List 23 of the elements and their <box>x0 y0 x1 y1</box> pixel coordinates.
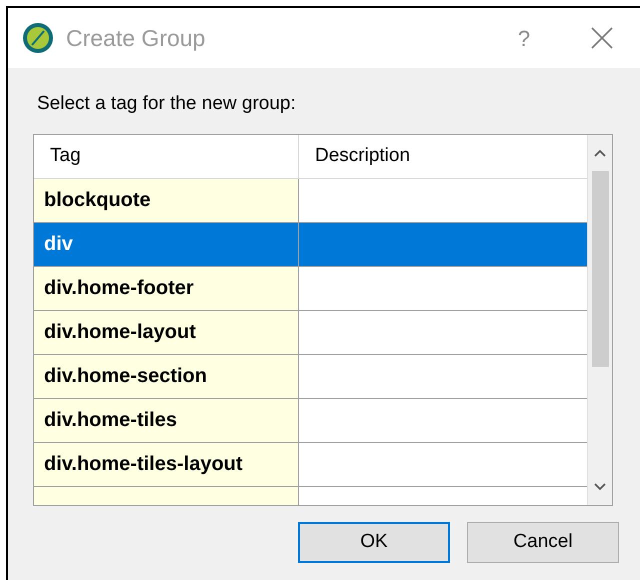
scroll-up-icon[interactable] <box>594 148 606 156</box>
table-row[interactable]: div.home-tiles <box>34 398 587 442</box>
prompt-label: Select a tag for the new group: <box>37 92 297 116</box>
table-cell: div.home-footer <box>34 266 299 310</box>
window-title: Create Group <box>66 24 206 53</box>
table-cell: div.home-layout <box>34 310 299 354</box>
table-cell: div.home-tiles <box>34 398 299 442</box>
table-row[interactable]: div.home-section <box>34 354 587 398</box>
dialog-button[interactable]: OK <box>298 522 450 562</box>
table-row[interactable]: div.home-footer <box>34 266 587 310</box>
table-cell: div.home-tiles-layout <box>34 442 299 486</box>
table-row[interactable]: div.home-tiles-layout <box>34 442 587 486</box>
scrollbar-thumb[interactable] <box>592 170 608 366</box>
table-cell: div.home-section <box>34 354 299 398</box>
dialog-button[interactable]: Cancel <box>467 522 619 562</box>
scrollbar[interactable] <box>587 134 612 504</box>
close-icon <box>591 27 613 49</box>
table-cell: blockquote <box>34 178 299 222</box>
table-row[interactable]: blockquote <box>34 178 587 222</box>
table-row[interactable]: div <box>34 222 587 266</box>
leaf-logo-icon <box>22 22 54 54</box>
scroll-down-icon[interactable] <box>594 482 606 490</box>
table-row[interactable]: div.home-layout <box>34 310 587 354</box>
